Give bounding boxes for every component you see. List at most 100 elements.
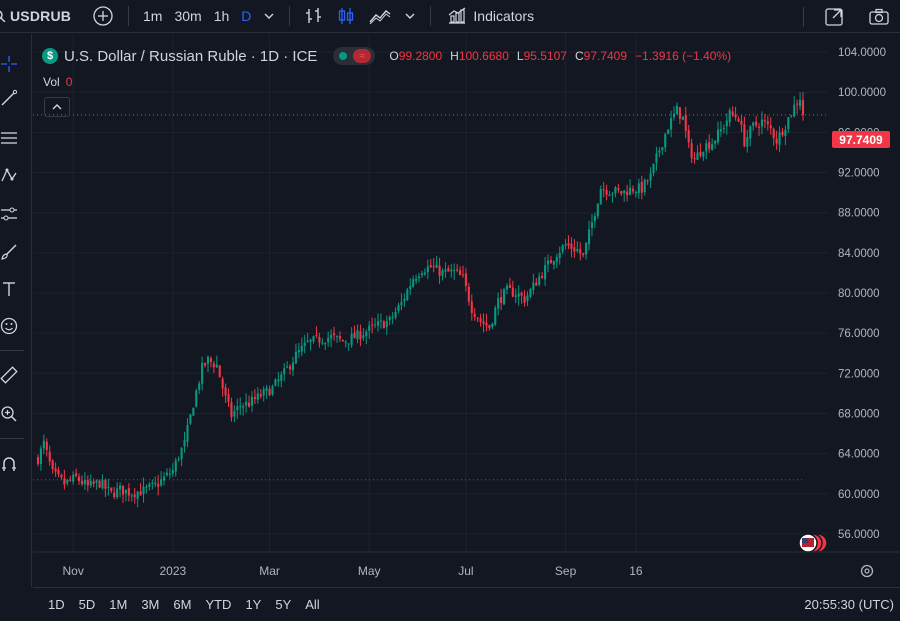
candle xyxy=(491,322,494,330)
candle xyxy=(420,270,424,278)
search-icon xyxy=(0,10,6,22)
collapse-legend-button[interactable] xyxy=(44,97,70,117)
emoji-tool[interactable] xyxy=(0,314,18,338)
market-status-pill[interactable]: ≈ xyxy=(333,47,376,65)
pattern-tool[interactable] xyxy=(0,164,18,188)
interval-1d[interactable]: D xyxy=(235,0,257,33)
candles-icon xyxy=(339,8,354,24)
candle xyxy=(230,397,233,422)
range-3m[interactable]: 3M xyxy=(134,597,166,612)
compare-add-button[interactable] xyxy=(86,0,120,33)
chart-grid xyxy=(33,34,828,552)
candle xyxy=(124,489,127,502)
candle xyxy=(286,361,289,369)
magnet-tool[interactable] xyxy=(0,452,18,476)
candle xyxy=(198,381,201,395)
range-5d[interactable]: 5D xyxy=(72,597,103,612)
candle xyxy=(332,326,336,341)
candle xyxy=(670,110,673,138)
brush-tool[interactable] xyxy=(0,240,18,264)
range-1m[interactable]: 1M xyxy=(102,597,134,612)
candle xyxy=(450,264,453,278)
candle xyxy=(476,317,479,323)
chart-pane[interactable]: 56.0000 60.0000 64.0000 68.0000 72.0000 76.00… xyxy=(33,34,900,587)
candle xyxy=(215,355,218,368)
utc-clock[interactable]: 20:55:30 (UTC) xyxy=(804,597,894,612)
candle xyxy=(183,431,186,453)
candle xyxy=(265,384,268,399)
candle xyxy=(655,146,658,171)
chart-type-menu-button[interactable] xyxy=(398,0,422,33)
interval-menu-button[interactable] xyxy=(257,0,281,33)
top-right-actions xyxy=(795,0,900,33)
candle xyxy=(775,130,778,150)
interval-30m[interactable]: 30m xyxy=(168,0,207,33)
range-6m[interactable]: 6M xyxy=(166,597,198,612)
trend-line-tool[interactable] xyxy=(0,86,18,110)
fib-tool[interactable] xyxy=(0,126,18,150)
candle xyxy=(204,362,207,368)
last-price-tag: 97.7409 xyxy=(832,131,890,148)
candle xyxy=(400,293,403,311)
y-tick-label: 84.0000 xyxy=(838,248,880,260)
candle xyxy=(640,175,643,200)
interval-1m[interactable]: 1m xyxy=(137,0,168,33)
candle xyxy=(356,324,359,344)
candle xyxy=(119,482,122,498)
candle xyxy=(441,268,444,281)
indicators-button[interactable]: Indicators xyxy=(439,7,542,25)
prediction-tool[interactable] xyxy=(0,202,18,226)
price-chart[interactable]: 56.0000 60.0000 64.0000 68.0000 72.0000 76.00… xyxy=(33,34,900,587)
candle xyxy=(590,213,594,237)
bar-style-button[interactable] xyxy=(298,0,330,33)
candle xyxy=(541,272,544,279)
bottom-toolbar: 1D 5D 1M 3M 6M YTD 1Y 5Y All 20:55:30 (U… xyxy=(33,587,900,621)
candle xyxy=(719,121,722,137)
candles xyxy=(36,92,805,508)
candle xyxy=(406,287,409,302)
candle xyxy=(664,132,667,153)
candle xyxy=(678,106,681,125)
candle xyxy=(766,115,769,131)
candle xyxy=(206,355,210,373)
candle xyxy=(212,360,215,374)
measure-tool[interactable] xyxy=(0,363,18,387)
zoom-tool[interactable] xyxy=(0,402,18,426)
candle xyxy=(54,462,57,477)
candle xyxy=(479,313,482,327)
change-value: −1.3916 (−1.40%) xyxy=(635,49,732,63)
candle xyxy=(247,395,251,408)
interval-1h[interactable]: 1h xyxy=(208,0,236,33)
range-ytd[interactable]: YTD xyxy=(198,597,238,612)
candle xyxy=(110,487,113,494)
crosshair-tool[interactable] xyxy=(0,52,18,76)
candle-style-button[interactable] xyxy=(330,0,362,33)
candle xyxy=(473,308,476,321)
candle xyxy=(116,482,119,500)
y-tick-label: 100.0000 xyxy=(838,87,886,99)
candle xyxy=(743,116,746,148)
candle xyxy=(637,178,640,199)
symbol-search[interactable]: USDRUB xyxy=(0,0,80,33)
chevron-down-icon xyxy=(264,13,274,19)
ohlc-values: O99.2800 H100.6680 L95.5107 C97.7409 −1.… xyxy=(389,49,732,63)
candle xyxy=(558,246,561,265)
range-5y[interactable]: 5Y xyxy=(268,597,298,612)
range-1y[interactable]: 1Y xyxy=(238,597,268,612)
symbol-title[interactable]: U.S. Dollar / Russian Ruble · 1D · ICE xyxy=(64,48,317,65)
candle xyxy=(672,106,676,121)
candle xyxy=(740,114,743,133)
candle xyxy=(500,288,503,310)
candle xyxy=(318,332,321,348)
candle xyxy=(757,122,761,137)
fullscreen-button[interactable] xyxy=(818,0,850,33)
text-tool[interactable] xyxy=(0,277,18,301)
candle xyxy=(790,114,793,118)
volume-legend: Vol 0 xyxy=(43,75,72,89)
snapshot-button[interactable] xyxy=(862,0,896,33)
area-style-button[interactable] xyxy=(362,0,398,33)
range-1d[interactable]: 1D xyxy=(33,597,72,612)
smiley-icon xyxy=(0,317,18,335)
candle xyxy=(426,259,429,280)
range-all[interactable]: All xyxy=(298,597,326,612)
